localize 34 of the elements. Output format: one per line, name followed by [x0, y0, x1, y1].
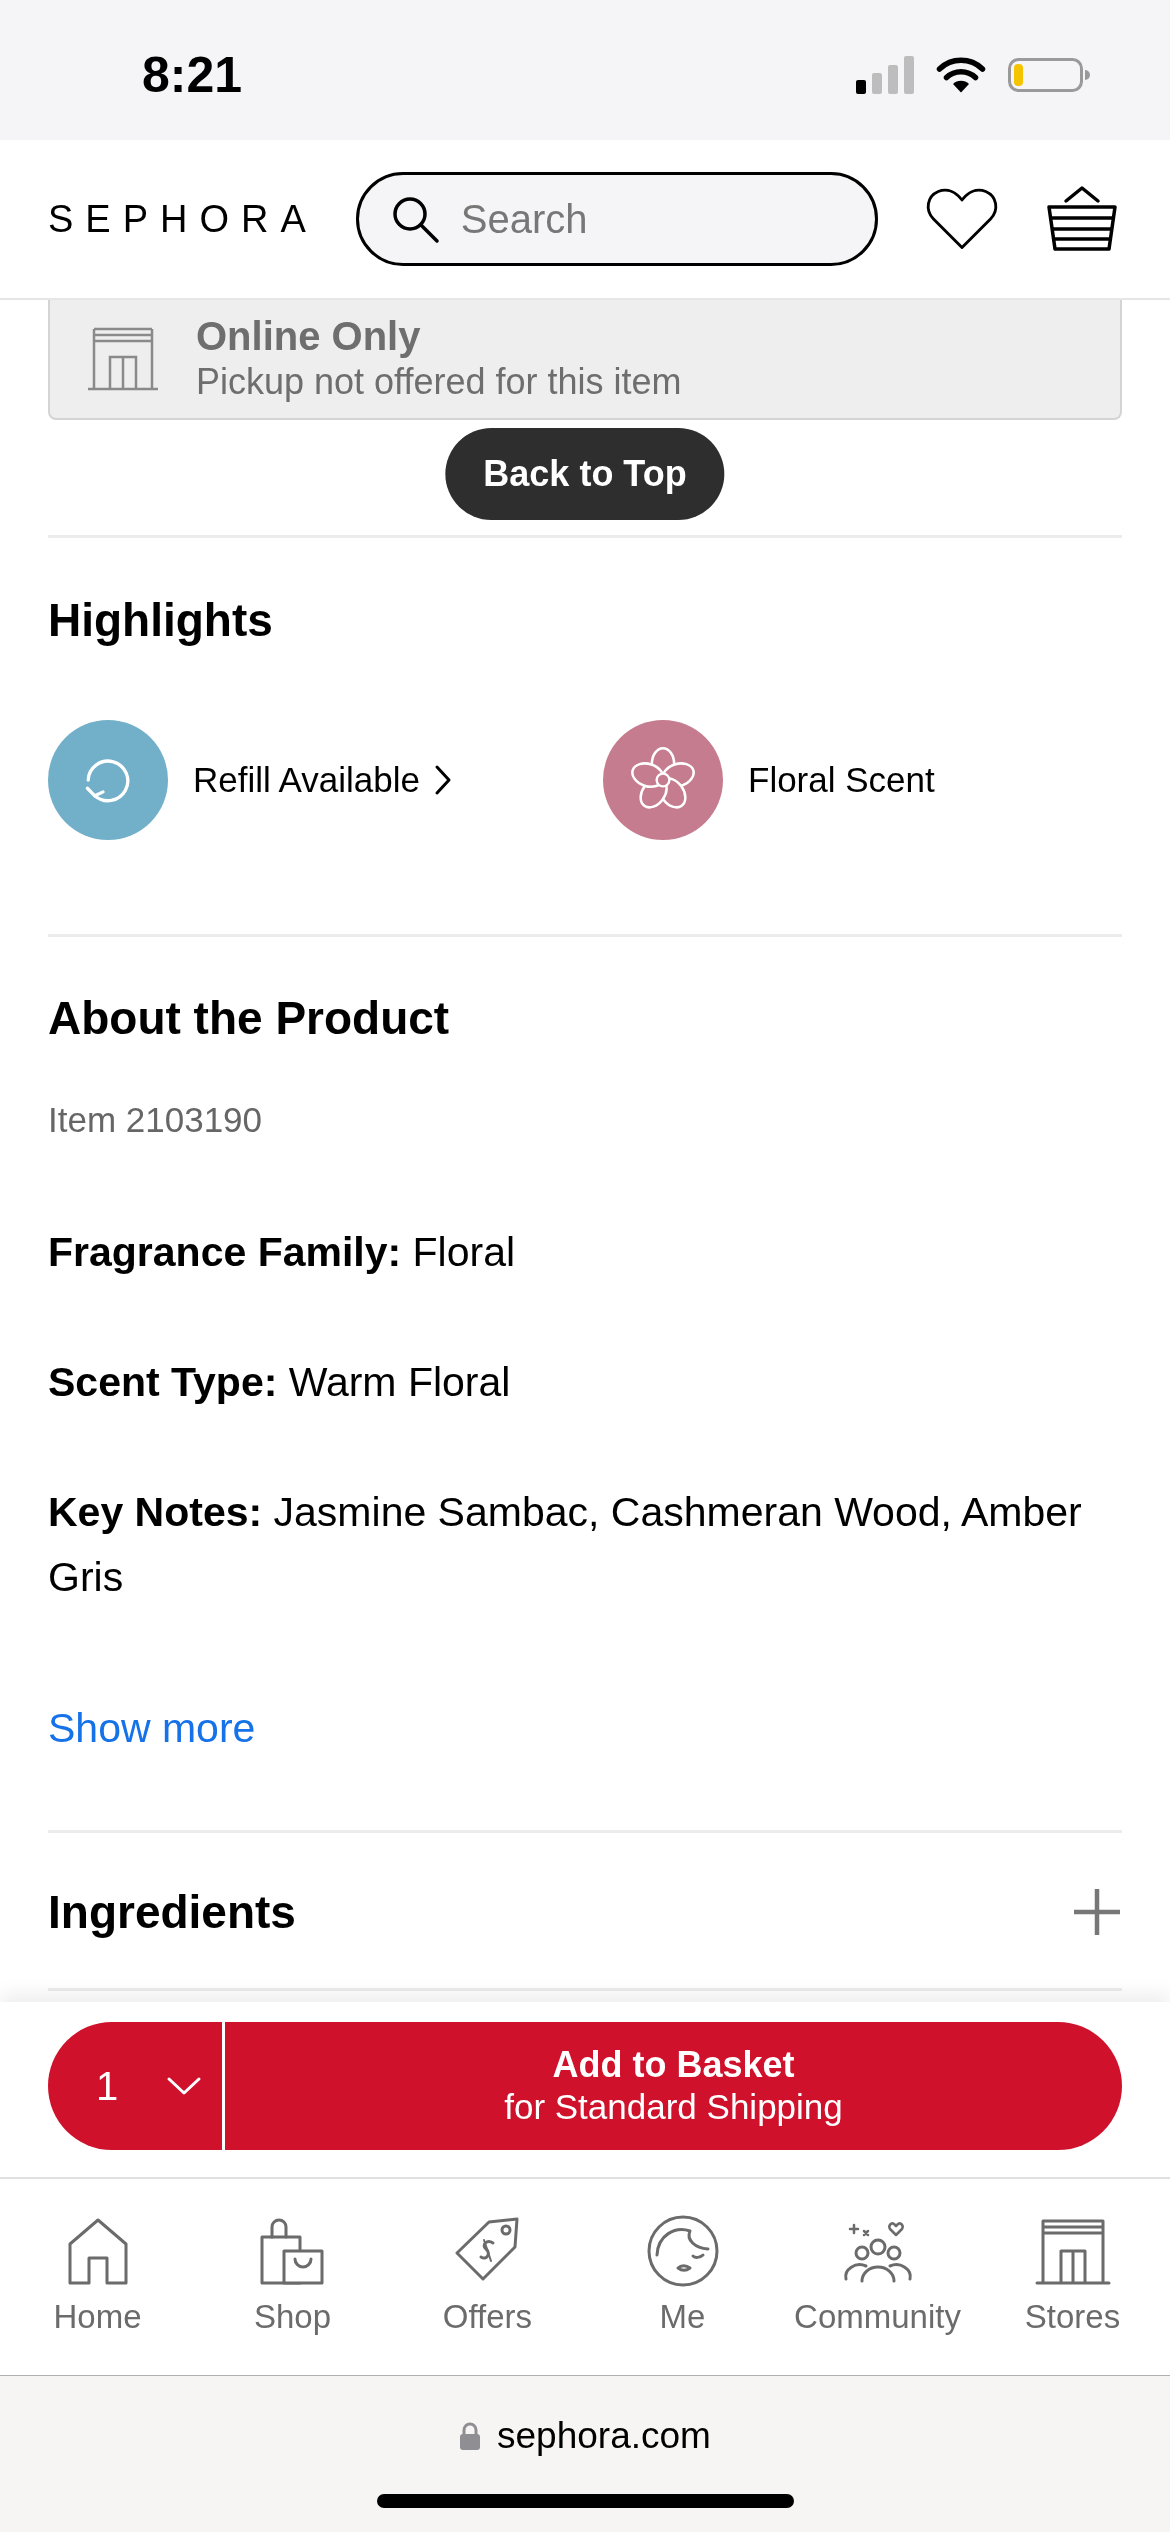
- highlight-label: Floral Scent: [748, 759, 935, 801]
- signal-icon: [856, 56, 914, 94]
- section-title: Ingredients: [48, 1885, 296, 1940]
- section-title: Highlights: [48, 593, 273, 648]
- url-text[interactable]: sephora.com: [497, 2414, 711, 2458]
- status-time: 8:21: [142, 47, 243, 103]
- community-tab[interactable]: Community: [794, 2213, 961, 2337]
- store-icon: [88, 327, 158, 391]
- show-more-link[interactable]: Show more: [48, 1698, 256, 1758]
- me-tab[interactable]: Me: [644, 2213, 721, 2337]
- shop-tab[interactable]: Shop: [253, 2213, 332, 2337]
- wifi-icon: [936, 57, 986, 93]
- section-title: About the Product: [48, 991, 450, 1046]
- highlight-link[interactable]: Refill Available: [193, 758, 452, 802]
- add-to-basket-button[interactable]: Add to Basket for Standard Shipping: [225, 2022, 1122, 2150]
- pickup-title: Online Only: [196, 313, 422, 359]
- back-to-top-button[interactable]: Back to Top: [445, 428, 725, 520]
- chevron-right-icon: [434, 764, 452, 796]
- chevron-down-icon: [166, 2076, 203, 2096]
- quantity-select[interactable]: 1: [48, 2022, 222, 2150]
- search-field[interactable]: Search: [355, 172, 878, 266]
- detail-text: Fragrance Family: Floral: [48, 1228, 516, 1277]
- battery-icon: [1008, 58, 1090, 92]
- detail-text: Key Notes: Jasmine Sambac, Cashmeran Wood, Amber Gris: [48, 1488, 1083, 1602]
- lock-icon: [459, 2421, 482, 2451]
- item-number: Item 2103190: [48, 1099, 263, 1141]
- logo[interactable]: SEPHORA: [48, 197, 318, 241]
- home-tab[interactable]: Home: [53, 2213, 142, 2337]
- pickup-message: Pickup not offered for this item: [196, 360, 682, 404]
- detail-text: Scent Type: Warm Floral: [48, 1358, 511, 1407]
- basket-icon[interactable]: [1045, 185, 1118, 253]
- stores-tab[interactable]: Stores: [1024, 2213, 1121, 2337]
- plus-icon[interactable]: [1072, 1887, 1122, 1937]
- offers-tab[interactable]: Offers: [442, 2213, 533, 2337]
